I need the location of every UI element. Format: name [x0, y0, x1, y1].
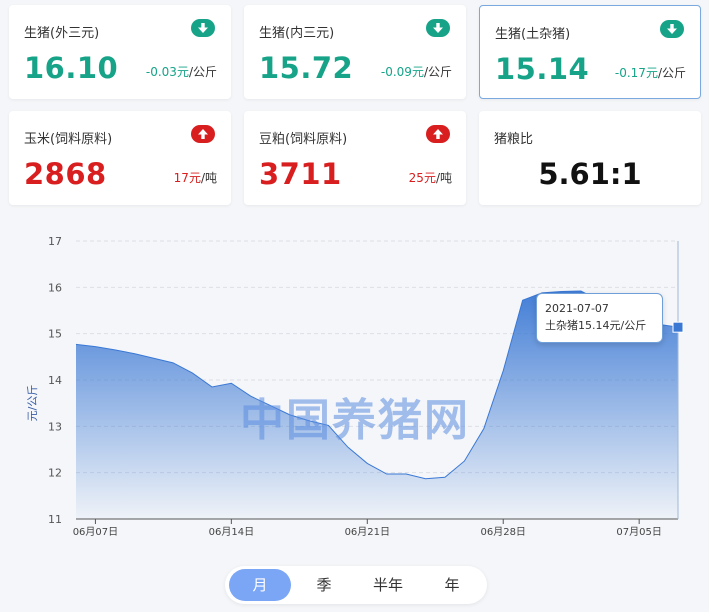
up-arrow-icon	[426, 125, 450, 143]
highlight-point	[672, 321, 684, 333]
y-tick-label: 17	[48, 235, 62, 248]
price-value: 15.14	[495, 52, 590, 86]
x-tick-label: 06月14日	[209, 526, 254, 538]
price-value: 3711	[259, 157, 342, 191]
down-arrow-icon	[191, 19, 215, 37]
ratio-value: 5.61:1	[538, 157, 642, 191]
card-label: 豆粕(饲料原料)	[259, 132, 348, 147]
period-tabs: 月 季 半年 年	[225, 566, 487, 604]
tooltip-date: 2021-07-07	[545, 302, 609, 315]
price-value: 2868	[24, 157, 107, 191]
y-tick-label: 14	[48, 374, 62, 387]
tooltip-value: 土杂猪15.14元/公斤	[545, 319, 647, 332]
chart-tooltip: 2021-07-07 土杂猪15.14元/公斤	[536, 293, 663, 343]
price-card-pig-mixed[interactable]: 生猪(土杂猪) 15.14 -0.17元/公斤	[479, 5, 701, 99]
price-card-pig-inner[interactable]: 生猪(内三元) 15.72 -0.09元/公斤	[244, 5, 466, 99]
tab-year[interactable]: 年	[421, 569, 483, 601]
card-label: 猪粮比	[494, 132, 534, 147]
up-arrow-icon	[191, 125, 215, 143]
y-tick-label: 12	[48, 467, 62, 480]
price-change: -0.03元/公斤	[145, 65, 217, 79]
watermark: 中国养猪网	[240, 395, 470, 446]
tab-quarter[interactable]: 季	[293, 569, 355, 601]
x-tick-label: 06月28日	[480, 526, 525, 538]
price-card-pig-grain-ratio[interactable]: 猪粮比 5.61:1	[479, 111, 701, 205]
y-tick-label: 13	[48, 420, 62, 433]
card-label: 生猪(土杂猪)	[495, 27, 571, 42]
card-label: 玉米(饲料原料)	[24, 132, 113, 147]
card-label: 生猪(内三元)	[259, 26, 335, 41]
price-change: 17元/吨	[173, 171, 217, 185]
x-tick-label: 06月07日	[73, 526, 118, 538]
tab-half-year[interactable]: 半年	[357, 569, 419, 601]
y-tick-label: 15	[48, 328, 62, 341]
y-tick-label: 16	[48, 281, 62, 294]
price-card-corn[interactable]: 玉米(饲料原料) 2868 17元/吨	[9, 111, 231, 205]
price-change: -0.09元/公斤	[380, 65, 452, 79]
card-label: 生猪(外三元)	[24, 26, 100, 41]
down-arrow-icon	[426, 19, 450, 37]
price-value: 15.72	[259, 51, 354, 85]
y-tick-label: 11	[48, 513, 62, 526]
y-axis-label: 元/公斤	[26, 385, 39, 422]
price-change: -0.17元/公斤	[614, 66, 686, 80]
tab-month[interactable]: 月	[229, 569, 291, 601]
price-value: 16.10	[24, 51, 119, 85]
price-change: 25元/吨	[408, 171, 452, 185]
price-card-pig-outer[interactable]: 生猪(外三元) 16.10 -0.03元/公斤	[9, 5, 231, 99]
x-tick-label: 06月21日	[345, 526, 390, 538]
down-arrow-icon	[660, 20, 684, 38]
x-tick-label: 07月05日	[616, 526, 661, 538]
price-card-soymeal[interactable]: 豆粕(饲料原料) 3711 25元/吨	[244, 111, 466, 205]
